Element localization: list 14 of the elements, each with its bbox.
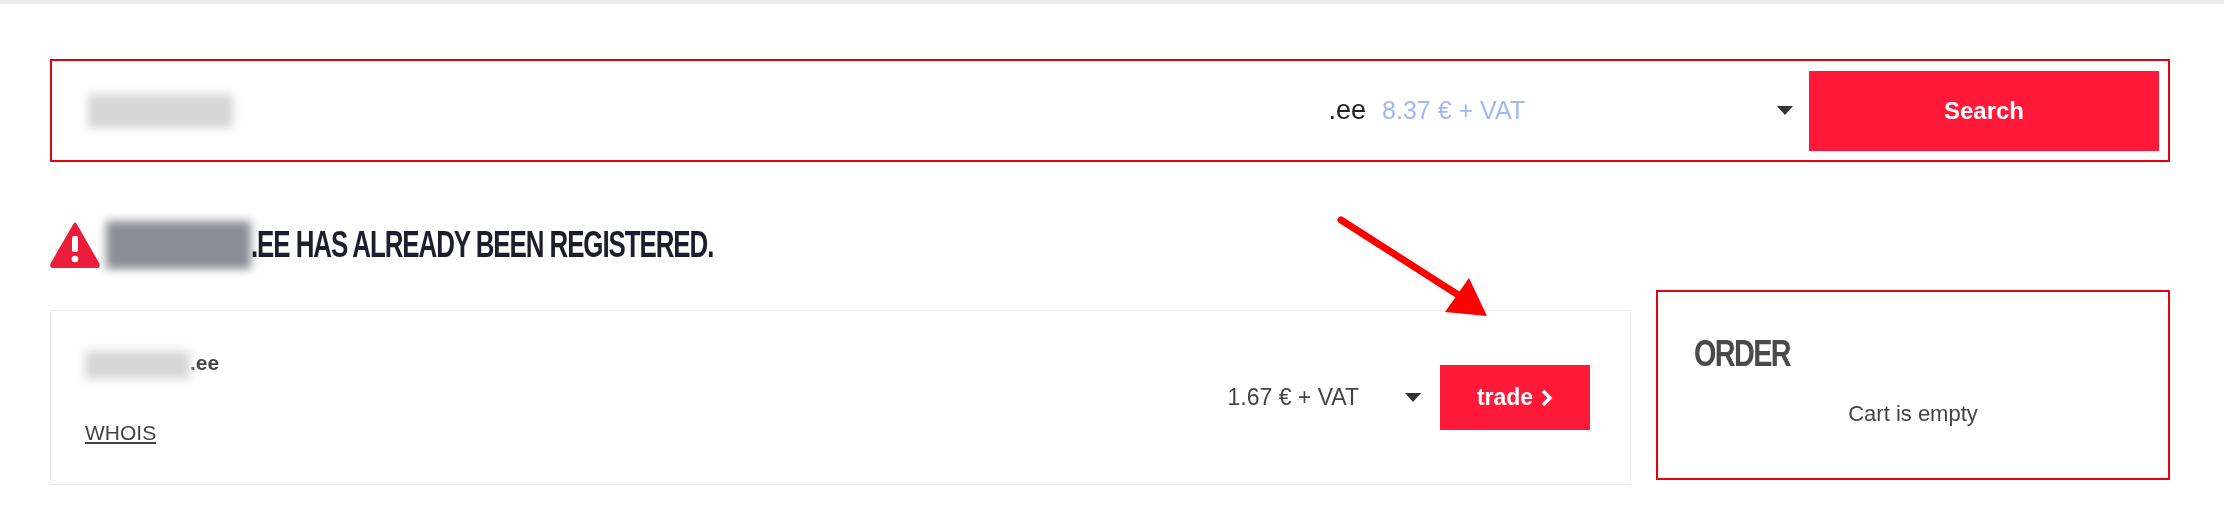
warning-icon (50, 222, 100, 268)
order-title: ORDER (1694, 336, 1790, 372)
tld-text: .ee (1328, 94, 1367, 128)
price-text: 8.37 € + VAT (1382, 94, 1525, 126)
search-button[interactable]: Search (1809, 70, 2159, 151)
alert-message: .EE HAS ALREADY BEEN REGISTERED. (251, 223, 714, 267)
trade-button[interactable]: trade (1440, 365, 1590, 430)
caret-icon[interactable] (1405, 393, 1421, 402)
cart-status: Cart is empty (1847, 400, 1979, 428)
domain-name: .ee (190, 350, 220, 376)
whois-link[interactable]: WHOIS (85, 416, 157, 448)
chevron-icon (1541, 388, 1554, 407)
caret-icon[interactable] (1777, 106, 1793, 115)
price-text: 1.67 € + VAT (1227, 383, 1359, 413)
